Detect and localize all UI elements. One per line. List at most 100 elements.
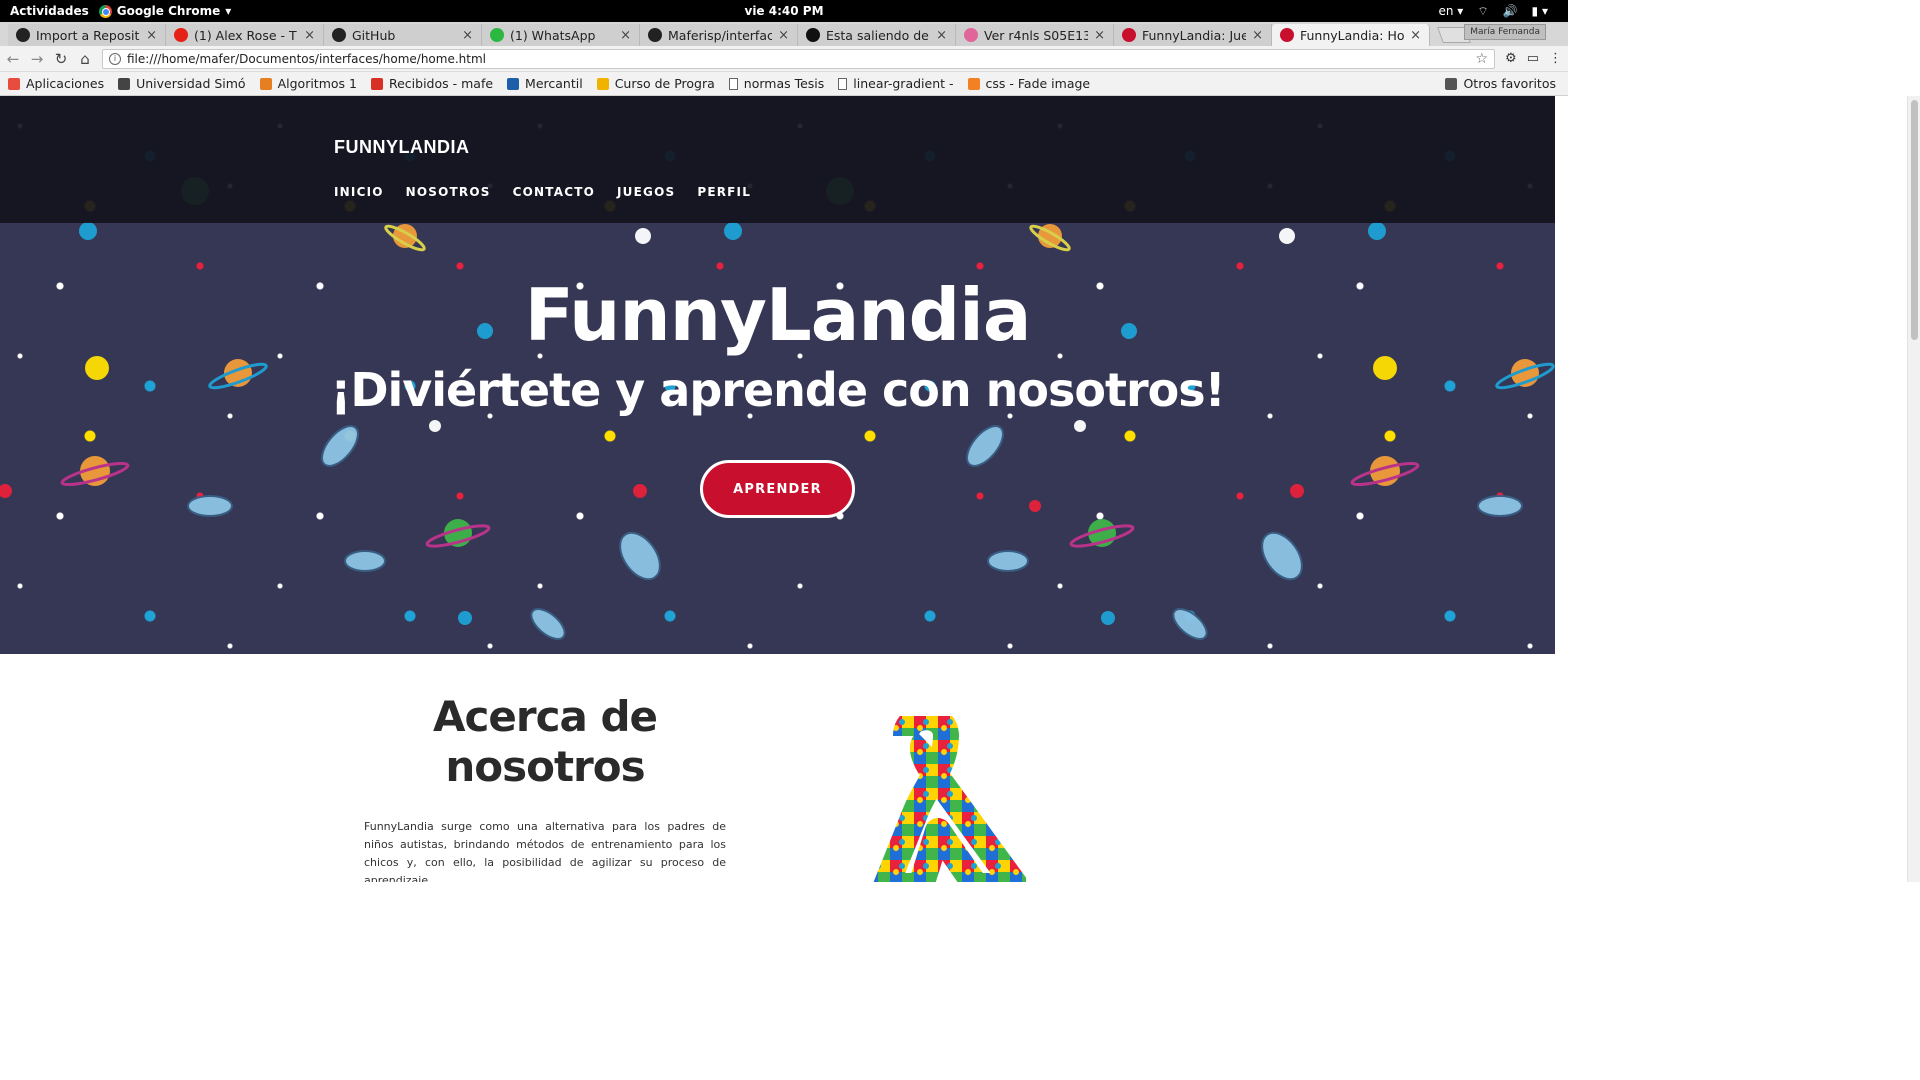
about-title: Acerca de nosotros [432,692,658,791]
close-tab-icon[interactable]: × [778,28,789,43]
browser-tab[interactable]: Ver r4nls S05E13 h × [956,24,1114,46]
nav-link-nosotros[interactable]: NOSOTROS [406,185,491,199]
nav-link-inicio[interactable]: INICIO [334,185,384,199]
reload-icon[interactable]: ↻ [54,50,68,68]
autism-ribbon-image [873,716,1026,882]
other-bookmarks[interactable]: Otros favoritos [1445,76,1556,91]
close-tab-icon[interactable]: × [1094,28,1105,43]
back-arrow-icon[interactable]: ← [6,50,20,68]
bookmark-item[interactable]: Recibidos - mafe [370,76,493,91]
github-icon [332,28,346,42]
page-icon [838,77,848,90]
github-icon [648,28,662,42]
hero-section: FunnyLandia ¡Diviértete y aprende con no… [0,223,1555,654]
gmail-icon [370,77,383,90]
tab-strip: Import a Repository×(1) Alex Rose - T×Gi… [0,22,1568,46]
university-icon [118,77,131,90]
bookmark-item[interactable]: Mercantil [507,76,583,91]
clock[interactable]: vie 4:40 PM [744,4,823,18]
browser-tab[interactable]: Maferisp/interfaces × [640,24,798,46]
page-scrollbar[interactable] [1907,96,1920,882]
forward-arrow-icon[interactable]: → [30,50,44,68]
system-top-bar: Actividades Google Chrome ▾ vie 4:40 PM … [0,0,1568,22]
tab-title: FunnyLandia: Juego [1142,27,1246,43]
stackoverflow-icon [967,77,980,90]
github-icon [16,28,30,42]
browser-tab[interactable]: FunnyLandia: Home × [1272,24,1430,46]
bookmark-label: css - Fade image [985,76,1091,91]
aprender-button[interactable]: APRENDER [700,460,855,518]
bookmark-item[interactable]: linear-gradient - [838,76,954,91]
tab-title: GitHub [352,27,396,43]
bookmark-item[interactable]: css - Fade image [967,76,1091,91]
bookmark-label: normas Tesis [743,76,825,91]
close-tab-icon[interactable]: × [462,28,473,43]
bookmark-label: Algoritmos 1 [277,76,357,91]
bookmark-item[interactable]: Curso de Progra [596,76,715,91]
site-icon [806,28,820,42]
battery-icon[interactable]: ▮ ▾ [1532,4,1548,18]
language-indicator[interactable]: en ▾ [1438,4,1463,18]
close-tab-icon[interactable]: × [1252,28,1263,43]
caret-down-icon: ▾ [225,4,232,18]
bookmark-label: Curso de Progra [614,76,715,91]
home-icon[interactable]: ⌂ [78,50,92,68]
whatsapp-icon [490,28,504,42]
bookmark-star-icon[interactable]: ☆ [1475,51,1488,67]
more-menu-icon[interactable]: ⋮ [1549,51,1562,66]
scrollbar-thumb[interactable] [1911,100,1918,340]
bookmark-item[interactable]: Algoritmos 1 [259,76,357,91]
app-menu[interactable]: Google Chrome ▾ [98,4,232,18]
toolbar: ← → ↻ ⌂ i file:///home/mafer/Documentos/… [0,46,1568,72]
close-tab-icon[interactable]: × [1410,28,1421,43]
tab-title: (1) Alex Rose - T [194,27,297,43]
bookmark-icon [259,77,272,90]
bookmark-label: Mercantil [525,76,583,91]
course-icon [596,77,609,90]
browser-tab[interactable]: Import a Repository × [8,24,166,46]
bookmark-label: Aplicaciones [26,76,105,91]
tab-title: Maferisp/interfaces [668,27,772,43]
hero-subtitle: ¡Diviértete y aprende con nosotros! [330,363,1225,417]
funnylandia-icon [1280,28,1294,42]
browser-tab[interactable]: (1) Alex Rose - T × [166,24,324,46]
tab-title: Import a Repository [36,27,140,43]
main-nav: INICIO NOSOTROS CONTACTO JUEGOS PERFIL [334,185,751,199]
close-tab-icon[interactable]: × [146,28,157,43]
browser-tab[interactable]: Esta saliendo de Se × [798,24,956,46]
address-bar[interactable]: i file:///home/mafer/Documentos/interfac… [102,48,1496,69]
url-text: file:///home/mafer/Documentos/interfaces… [127,51,486,66]
bookmark-item[interactable]: Aplicaciones [8,76,104,91]
bookmark-label: linear-gradient - [853,76,954,91]
nav-link-juegos[interactable]: JUEGOS [617,185,675,199]
volume-icon[interactable]: 🔊 [1503,4,1518,18]
bookmark-label: Universidad Simó [136,76,246,91]
nav-link-contacto[interactable]: CONTACTO [513,185,595,199]
profile-button[interactable]: María Fernanda [1464,24,1546,40]
about-section: Acerca de nosotros FunnyLandia surge com… [0,654,1555,882]
browser-tab[interactable]: FunnyLandia: Juego × [1114,24,1272,46]
bookmarks-bar: Aplicaciones Universidad Simó Algoritmos 1… [0,72,1568,96]
close-tab-icon[interactable]: × [936,28,947,43]
apps-grid-icon [8,77,20,90]
extension-icon[interactable]: ⚙ [1505,51,1517,66]
bookmark-item[interactable]: Universidad Simó [118,76,246,91]
cast-icon[interactable]: ▭ [1527,51,1539,66]
tab-title: Esta saliendo de Se [826,27,930,43]
close-tab-icon[interactable]: × [620,28,631,43]
about-text: FunnyLandia surge como una alternativa p… [364,820,726,882]
browser-tab[interactable]: GitHub × [324,24,482,46]
info-icon[interactable]: i [109,52,121,65]
site-logo[interactable]: FUNNYLANDIA [334,137,470,158]
browser-tab[interactable]: (1) WhatsApp × [482,24,640,46]
site-icon [964,28,978,42]
close-tab-icon[interactable]: × [304,28,315,43]
page-viewport: FUNNYLANDIA INICIO NOSOTROS CONTACTO JUEGOS… [0,96,1555,882]
bookmark-item[interactable]: normas Tesis [728,76,825,91]
hero-title: FunnyLandia [524,273,1032,357]
wifi-icon[interactable]: ⌔ [1477,4,1488,19]
folder-icon [1445,77,1458,90]
activities-button[interactable]: Actividades [0,4,99,18]
nav-link-perfil[interactable]: PERFIL [697,185,751,199]
bank-icon [507,77,520,90]
